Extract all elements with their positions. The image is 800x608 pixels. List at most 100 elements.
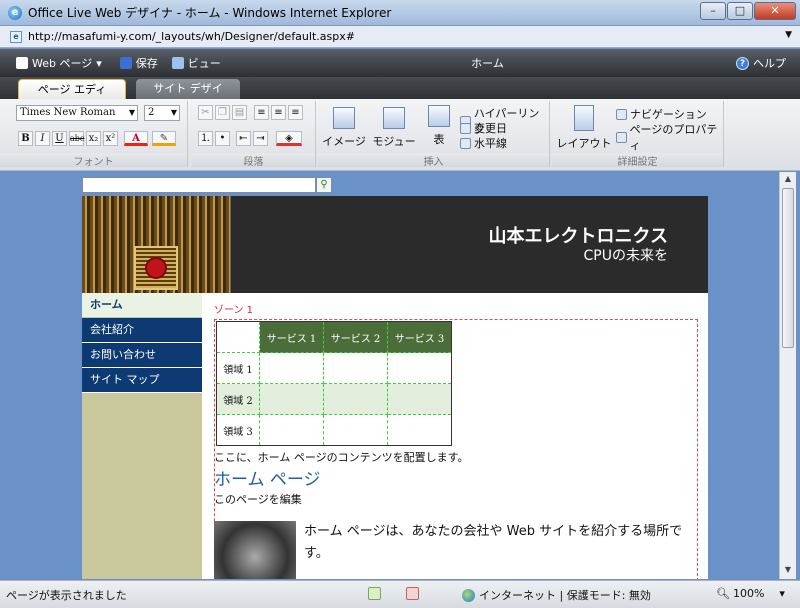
copy-icon[interactable]: ❐ xyxy=(215,105,230,120)
highlight-color-button[interactable]: ✎ xyxy=(152,131,176,146)
site-search-input[interactable] xyxy=(82,177,316,193)
ie-logo-icon: e xyxy=(8,5,22,20)
table-header[interactable]: サービス 1 xyxy=(259,321,324,353)
search-icon[interactable]: ⚲ xyxy=(316,177,332,193)
chevron-down-icon[interactable]: ▼ xyxy=(785,30,792,40)
table-cell[interactable] xyxy=(387,383,452,415)
close-button[interactable]: ✕ xyxy=(754,2,796,20)
insert-table-button[interactable]: 表 xyxy=(424,105,454,147)
paragraph-group: ✂ ❐ ▤ ≡ ≡ ≡ ⒈ • ⇤ ⇥ ◈ 段落 xyxy=(192,101,316,168)
scroll-thumb[interactable] xyxy=(782,188,794,348)
address-url[interactable]: http://masafumi-y.com/_layouts/wh/Design… xyxy=(28,30,355,43)
cpu-banner-image xyxy=(82,196,230,293)
table-corner[interactable] xyxy=(216,321,260,353)
font-name-select[interactable]: Times New Roman ▼ xyxy=(16,105,138,121)
date-label: 変更日 xyxy=(474,122,507,135)
navigation-icon xyxy=(616,108,627,120)
nav-item-sitemap[interactable]: サイト マップ xyxy=(82,368,202,393)
status-message: ページが表示されました xyxy=(6,589,127,602)
insert-date-button[interactable]: 変更日 xyxy=(460,120,507,136)
table-header[interactable]: サービス 2 xyxy=(323,321,388,353)
subscript-button[interactable]: x₂ xyxy=(86,131,101,146)
align-right-button[interactable]: ≡ xyxy=(288,105,303,120)
table-header[interactable]: サービス 3 xyxy=(387,321,452,353)
numbered-list-button[interactable]: ⒈ xyxy=(198,131,213,146)
strikethrough-button[interactable]: abc xyxy=(69,131,84,146)
services-table[interactable]: サービス 1 サービス 2 サービス 3 領域 1 領域 2 領域 3 xyxy=(216,321,452,446)
table-cell[interactable] xyxy=(259,414,324,446)
table-row-header[interactable]: 領域 2 xyxy=(216,383,260,415)
tab-site-designer[interactable]: サイト デザイナ xyxy=(136,79,240,114)
table-cell[interactable] xyxy=(323,352,388,384)
table-row-header[interactable]: 領域 1 xyxy=(216,352,260,384)
ribbon-tabs: ページ エディタ サイト デザイナ xyxy=(0,77,800,115)
vertical-scrollbar[interactable]: ▲ ▼ xyxy=(779,172,796,579)
design-canvas: ⚲ 山本エレクトロニクス CPUの未来を ホーム 会社紹介 お問い合わせ サイト… xyxy=(14,172,779,579)
font-size-select[interactable]: 2 ▼ xyxy=(144,105,180,121)
table-cell[interactable] xyxy=(387,352,452,384)
chevron-down-icon: ▾ xyxy=(779,587,785,600)
layout-button[interactable]: レイアウト xyxy=(556,105,612,151)
align-left-button[interactable]: ≡ xyxy=(254,105,269,120)
security-zone[interactable]: インターネット | 保護モード: 無効 xyxy=(462,587,651,603)
paste-icon[interactable]: ▤ xyxy=(232,105,247,120)
window-title: Office Live Web デザイナ - ホーム - Windows Int… xyxy=(28,6,392,20)
page-name-title: ホーム xyxy=(471,57,504,70)
bullet-list-button[interactable]: • xyxy=(215,131,230,146)
cut-icon[interactable]: ✂ xyxy=(198,105,213,120)
ribbon: Times New Roman ▼ 2 ▼ B I U abc x₂ x² A ✎ … xyxy=(0,99,800,171)
background-color-button[interactable]: ◈ xyxy=(276,131,302,146)
edit-icon[interactable] xyxy=(368,587,381,600)
bold-button[interactable]: B xyxy=(18,131,33,146)
nav-item-company[interactable]: 会社紹介 xyxy=(82,318,202,343)
site-nav: ホーム 会社紹介 お問い合わせ サイト マップ xyxy=(82,293,202,579)
horizontal-line-icon xyxy=(460,137,471,149)
underline-button[interactable]: U xyxy=(52,131,67,146)
module-icon xyxy=(383,107,405,129)
maximize-button[interactable]: □ xyxy=(727,2,753,20)
table-cell[interactable] xyxy=(259,352,324,384)
layout-icon xyxy=(574,105,594,131)
superscript-button[interactable]: x² xyxy=(103,131,118,146)
zone-label: ゾーン 1 xyxy=(214,305,254,316)
address-bar[interactable]: e http://masafumi-y.com/_layouts/wh/Desi… xyxy=(0,26,800,48)
table-cell[interactable] xyxy=(387,414,452,446)
popup-blocker-icon[interactable] xyxy=(406,587,419,600)
zoom-level: 100% xyxy=(732,587,765,600)
insert-horizontal-line-button[interactable]: 水平線 xyxy=(460,135,507,151)
zoom-control[interactable]: 🔍︎ 100% ▾ xyxy=(716,587,785,600)
details-group: レイアウト ナビゲーション ページのプロパティ 詳細設定 xyxy=(552,101,724,168)
font-size-value: 2 xyxy=(148,107,155,118)
designer-toolbar: Web ページ ▾ 保存 ビュー ホーム ? ヘルプ xyxy=(0,49,800,77)
scroll-down-icon[interactable]: ▼ xyxy=(782,565,794,577)
edit-page-link[interactable]: このページを編集 xyxy=(214,491,302,507)
horizontal-line-label: 水平線 xyxy=(474,137,507,150)
page-icon: e xyxy=(10,30,22,43)
layout-label: レイアウト xyxy=(556,137,612,150)
calendar-icon xyxy=(460,122,471,134)
table-row-header[interactable]: 領域 3 xyxy=(216,414,260,446)
page-properties-button[interactable]: ページのプロパティ xyxy=(616,121,723,153)
insert-table-label: 表 xyxy=(433,133,445,146)
tab-page-editor[interactable]: ページ エディタ xyxy=(18,79,126,115)
chevron-down-icon: ▼ xyxy=(170,108,177,117)
table-cell[interactable] xyxy=(323,414,388,446)
table-cell[interactable] xyxy=(323,383,388,415)
font-name-value: Times New Roman xyxy=(20,107,116,118)
chevron-down-icon: ▼ xyxy=(128,108,135,117)
table-cell[interactable] xyxy=(259,383,324,415)
font-color-button[interactable]: A xyxy=(124,131,148,146)
content-photo[interactable] xyxy=(214,521,296,579)
help-button[interactable]: ? ヘルプ xyxy=(736,55,786,71)
outdent-button[interactable]: ⇤ xyxy=(236,131,251,146)
nav-item-contact[interactable]: お問い合わせ xyxy=(82,343,202,368)
minimize-button[interactable]: – xyxy=(700,2,726,20)
scroll-up-icon[interactable]: ▲ xyxy=(782,174,794,186)
nav-item-home[interactable]: ホーム xyxy=(82,293,202,318)
insert-image-button[interactable]: イメージ xyxy=(322,107,366,149)
navigation-button[interactable]: ナビゲーション xyxy=(616,106,707,122)
globe-icon xyxy=(462,588,475,602)
italic-button[interactable]: I xyxy=(35,131,50,146)
align-center-button[interactable]: ≡ xyxy=(271,105,286,120)
indent-button[interactable]: ⇥ xyxy=(253,131,268,146)
